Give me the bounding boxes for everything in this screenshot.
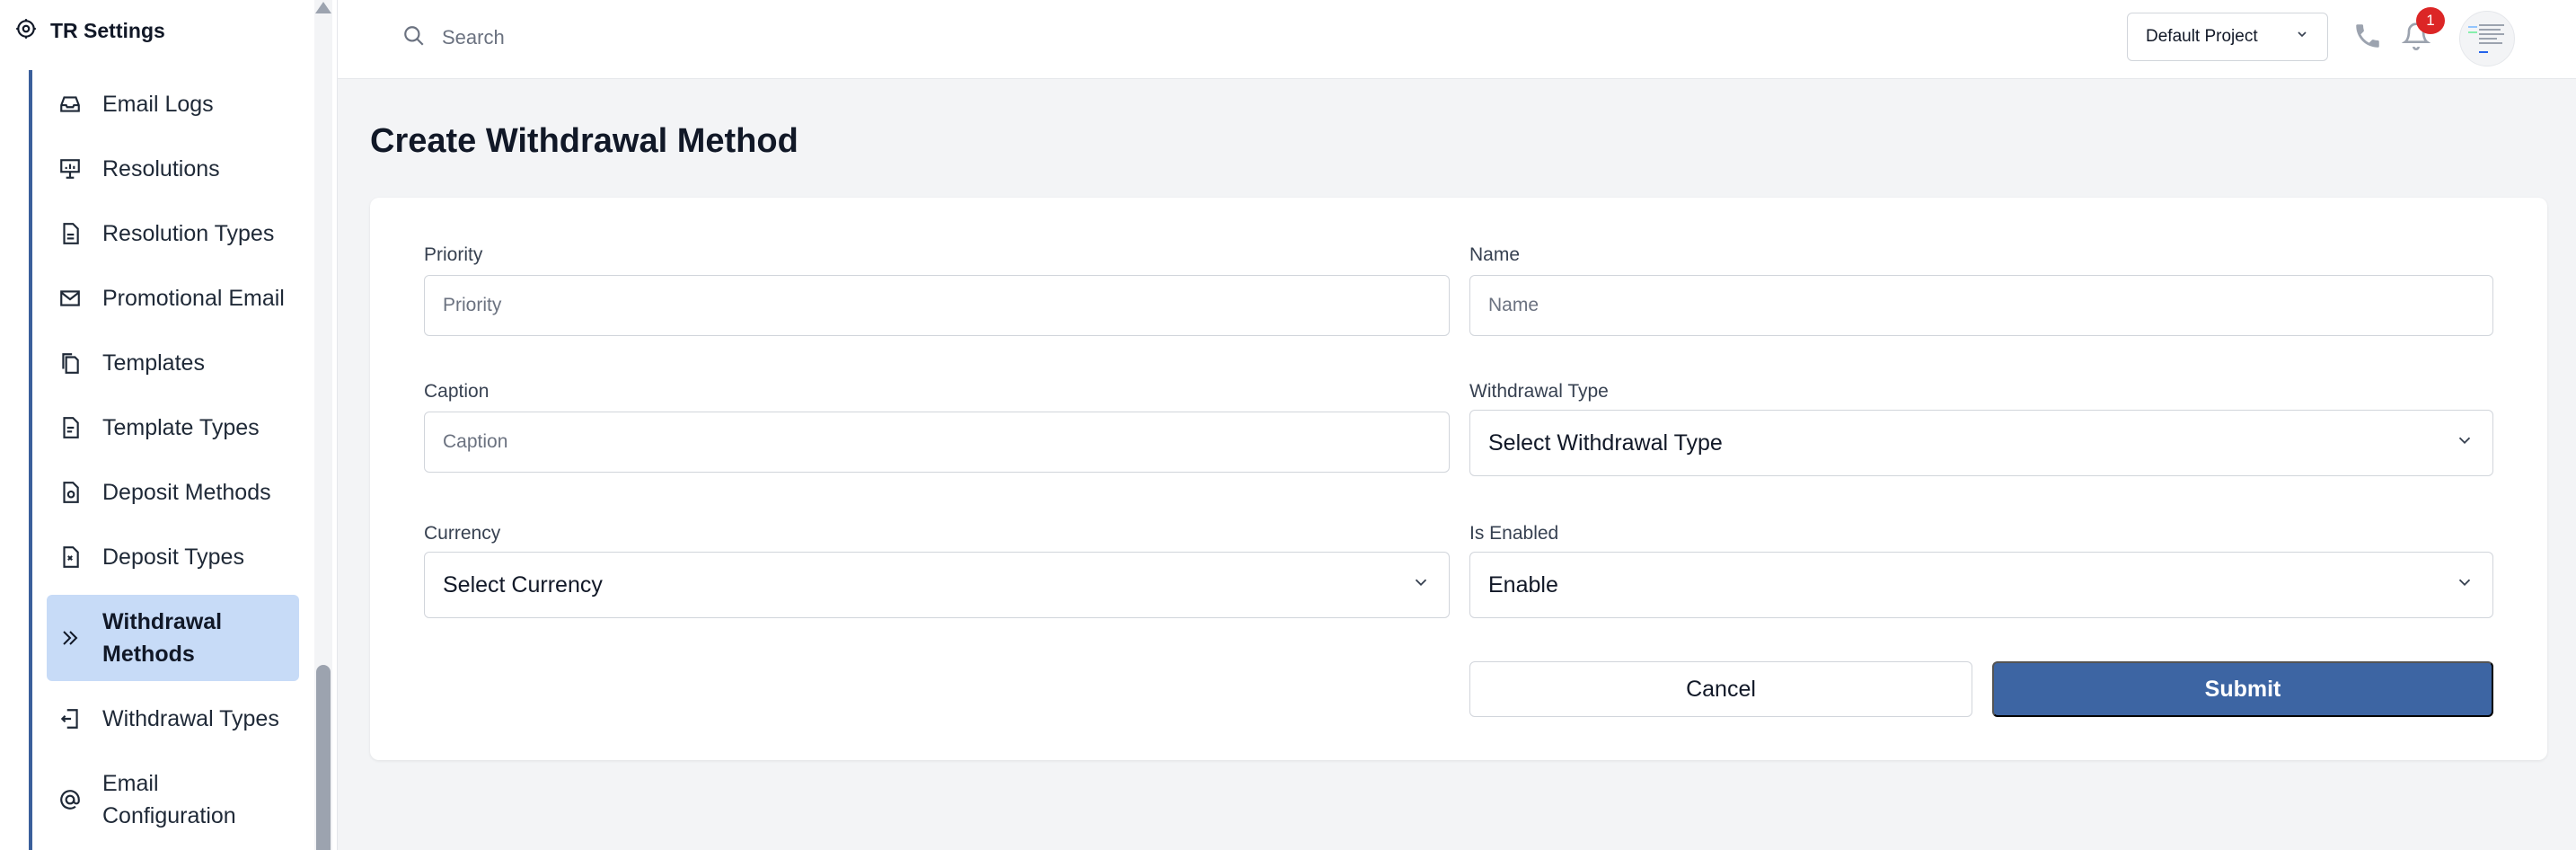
sidebar-item-promotional-email[interactable]: Promotional Email: [47, 280, 299, 316]
chevron-down-icon: [2295, 27, 2309, 47]
sidebar-item-label: Promotional Email: [102, 286, 285, 311]
sidebar-header: TR Settings: [14, 13, 165, 49]
document-icon: [57, 221, 83, 246]
priority-label: Priority: [424, 244, 483, 265]
phone-button[interactable]: [2348, 18, 2387, 58]
search-input[interactable]: [442, 26, 801, 49]
sidebar-item-label: Withdrawal Types: [102, 706, 279, 731]
is-enabled-value: Enable: [1488, 571, 1558, 598]
chevron-down-icon: [2455, 572, 2475, 598]
avatar-image: [2468, 24, 2504, 53]
sidebar-item-withdrawal-types[interactable]: Withdrawal Types: [47, 701, 299, 737]
sidebar-item-label: Deposit Methods: [102, 480, 271, 505]
project-select-value: Default Project: [2146, 27, 2258, 46]
sidebar: TR Settings Email Logs Resolutions Resol…: [0, 0, 338, 850]
sidebar-item-label: Template Types: [102, 415, 260, 440]
withdrawal-type-select[interactable]: Select Withdrawal Type: [1469, 410, 2493, 476]
page-title: Create Withdrawal Method: [370, 122, 798, 160]
document-text-icon: [57, 415, 83, 440]
sidebar-item-template-types[interactable]: Template Types: [47, 410, 299, 446]
withdrawal-type-value: Select Withdrawal Type: [1488, 429, 1723, 456]
document-refresh-icon: [57, 480, 83, 505]
caption-input[interactable]: [424, 412, 1450, 473]
caption-label: Caption: [424, 381, 490, 402]
is-enabled-label: Is Enabled: [1469, 523, 1559, 544]
currency-label: Currency: [424, 523, 501, 544]
mail-icon: [57, 286, 83, 311]
currency-select[interactable]: Select Currency: [424, 552, 1450, 618]
sidebar-item-resolution-types[interactable]: Resolution Types: [47, 216, 299, 252]
sidebar-item-deposit-types[interactable]: Deposit Types: [47, 539, 299, 575]
sidebar-item-label: Email Configuration: [102, 771, 236, 828]
sidebar-item-deposit-methods[interactable]: Deposit Methods: [47, 474, 299, 510]
sidebar-item-label: Deposit Types: [102, 545, 244, 570]
currency-value: Select Currency: [443, 571, 603, 598]
search-icon: [402, 24, 426, 52]
notification-badge: 1: [2416, 7, 2445, 34]
avatar[interactable]: [2459, 11, 2515, 66]
cancel-button[interactable]: Cancel: [1469, 661, 1972, 717]
name-label: Name: [1469, 244, 1521, 265]
sidebar-item-label: Resolution Types: [102, 221, 275, 246]
sidebar-item-label: Email Logs: [102, 92, 214, 117]
withdrawal-type-label: Withdrawal Type: [1469, 381, 1609, 402]
submit-button[interactable]: Submit: [1992, 661, 2493, 717]
sidebar-item-label: Withdrawal Methods: [102, 609, 223, 667]
sidebar-item-label: Templates: [102, 350, 205, 376]
chevron-down-icon: [1411, 572, 1431, 598]
priority-input[interactable]: [424, 275, 1450, 336]
topbar: Default Project 1: [338, 0, 2576, 79]
is-enabled-select[interactable]: Enable: [1469, 552, 2493, 618]
phone-icon: [2352, 21, 2383, 56]
presentation-icon: [57, 156, 83, 182]
sidebar-item-templates[interactable]: Templates: [47, 345, 299, 381]
sidebar-item-email-logs[interactable]: Email Logs: [47, 86, 299, 122]
name-input[interactable]: [1469, 275, 2493, 336]
sidebar-item-email-configuration[interactable]: Email Configuration: [47, 766, 299, 834]
sidebar-item-withdrawal-methods[interactable]: Withdrawal Methods: [47, 595, 299, 681]
sidebar-scroll-thumb[interactable]: [316, 665, 331, 850]
search-bar[interactable]: [402, 18, 801, 58]
sidebar-rail: [29, 70, 32, 850]
sidebar-item-label: Resolutions: [102, 156, 220, 182]
inbox-icon: [57, 92, 83, 117]
form-card: Priority Name Caption Withdrawal Type Se…: [370, 198, 2547, 760]
settings-gear-icon: [14, 17, 38, 45]
copy-icon: [57, 350, 83, 376]
sidebar-item-resolutions[interactable]: Resolutions: [47, 151, 299, 187]
chevron-down-icon: [2455, 430, 2475, 456]
project-select[interactable]: Default Project: [2127, 13, 2328, 61]
document-check-icon: [57, 545, 83, 570]
scroll-up-arrow-icon[interactable]: [315, 2, 331, 13]
sidebar-title: TR Settings: [50, 18, 165, 42]
at-sign-icon: [57, 787, 83, 812]
exit-icon: [57, 706, 83, 731]
double-chevron-right-icon: [57, 625, 83, 651]
